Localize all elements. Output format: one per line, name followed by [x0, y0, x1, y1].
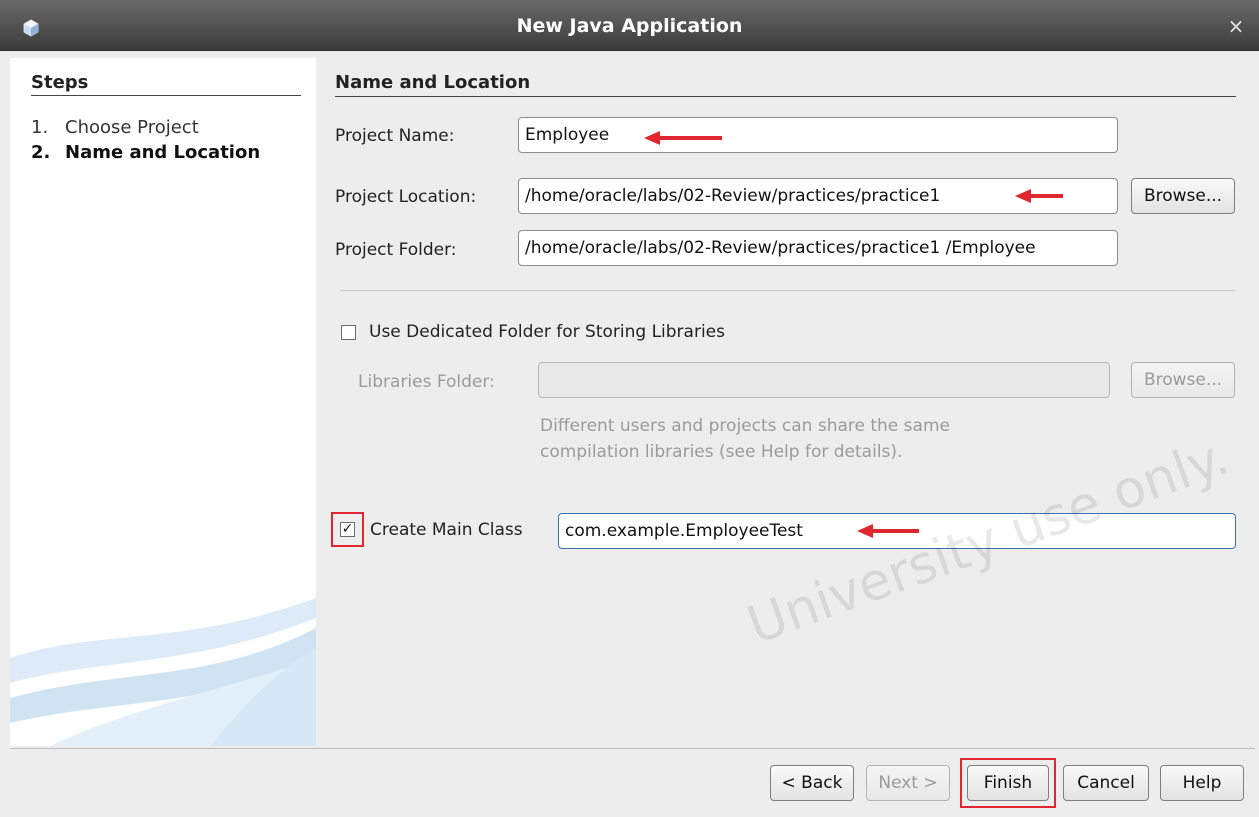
footer-divider — [10, 748, 1255, 749]
panel-title: Name and Location — [335, 72, 531, 93]
libraries-help-line: Different users and projects can share t… — [540, 416, 950, 436]
libraries-help-line: compilation libraries (see Help for deta… — [540, 442, 903, 462]
steps-divider — [31, 95, 301, 96]
panel-divider — [335, 96, 1236, 97]
annotation-box — [960, 758, 1056, 808]
dedicated-folder-label[interactable]: Use Dedicated Folder for Storing Librari… — [369, 322, 725, 342]
dedicated-folder-checkbox[interactable] — [341, 325, 356, 340]
step-label: Choose Project — [65, 117, 199, 138]
step-name-and-location: 2. Name and Location — [31, 142, 260, 163]
window-title: New Java Application — [516, 15, 743, 37]
project-location-label: Project Location: — [335, 187, 477, 207]
cancel-button[interactable]: Cancel — [1063, 765, 1149, 801]
libraries-help-text: Different users and projects can share t… — [540, 413, 950, 465]
title-bar[interactable]: New Java Application × — [0, 0, 1259, 51]
libraries-folder-input[interactable] — [538, 362, 1110, 398]
red-arrow-icon — [1015, 189, 1063, 203]
back-button[interactable]: < Back — [770, 765, 854, 801]
create-main-class-label[interactable]: Create Main Class — [370, 520, 523, 540]
project-location-browse-button[interactable]: Browse... — [1131, 178, 1235, 214]
decorative-swoosh — [10, 598, 316, 746]
step-choose-project: 1. Choose Project — [31, 117, 199, 138]
annotation-box — [331, 512, 364, 547]
help-button[interactable]: Help — [1160, 765, 1244, 801]
red-arrow-icon — [857, 524, 919, 538]
section-divider — [340, 290, 1235, 291]
close-icon[interactable]: × — [1224, 14, 1248, 38]
project-name-label: Project Name: — [335, 126, 455, 146]
step-number: 2. — [31, 142, 51, 163]
red-arrow-icon — [644, 131, 722, 145]
dialog-window: New Java Application × Steps 1. Choose Pr… — [0, 0, 1259, 817]
libraries-browse-button[interactable]: Browse... — [1131, 362, 1235, 398]
step-number: 1. — [31, 117, 49, 138]
steps-sidebar: Steps 1. Choose Project 2. Name and Locati… — [10, 58, 316, 746]
step-label: Name and Location — [65, 142, 261, 163]
project-name-input[interactable]: Employee — [518, 117, 1118, 153]
project-folder-label: Project Folder: — [335, 240, 457, 260]
project-folder-input[interactable]: /home/oracle/labs/02-Review/practices/pr… — [518, 230, 1118, 266]
steps-title: Steps — [31, 72, 89, 93]
next-button[interactable]: Next > — [866, 765, 950, 801]
libraries-folder-label: Libraries Folder: — [358, 372, 495, 392]
